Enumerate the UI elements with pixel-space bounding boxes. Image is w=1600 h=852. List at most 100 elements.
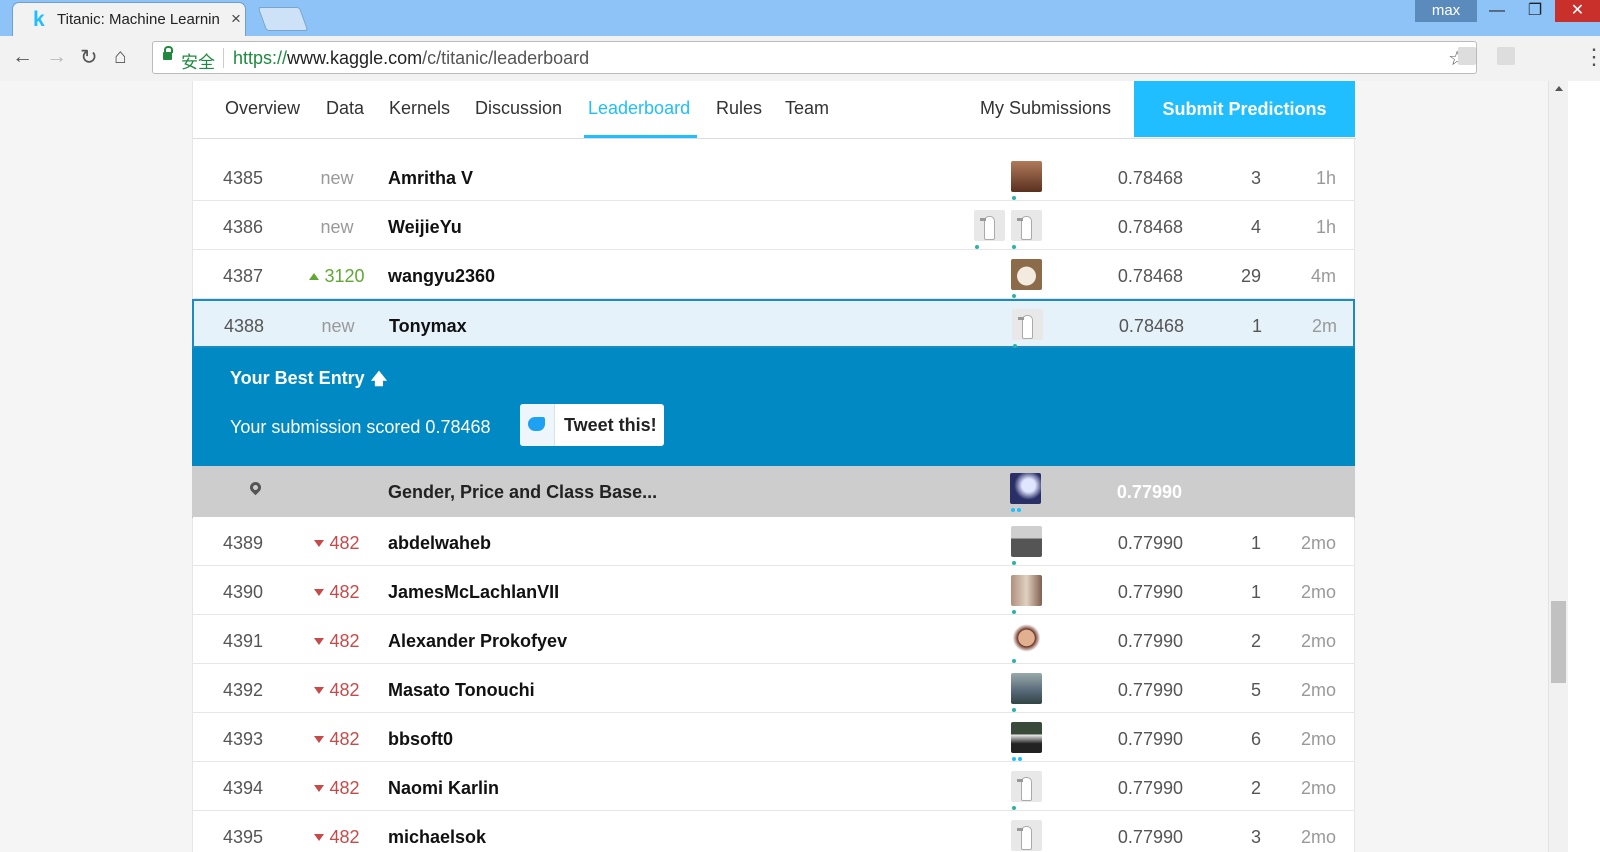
team-name-link[interactable]: abdelwaheb bbox=[388, 533, 491, 554]
active-tab-indicator bbox=[584, 135, 697, 138]
team-name-link[interactable]: JamesMcLachlanVII bbox=[388, 582, 559, 603]
table-row[interactable]: 4394 482 Naomi Karlin 0.77990 2 2mo bbox=[193, 762, 1354, 811]
row-entries: 1 bbox=[1250, 533, 1261, 553]
tab-team[interactable]: Team bbox=[785, 98, 829, 119]
tab-kernels[interactable]: Kernels bbox=[389, 98, 450, 119]
row-last: 2mo bbox=[1300, 729, 1336, 749]
team-name-link[interactable]: Alexander Prokofyev bbox=[388, 631, 567, 652]
tab-title: Titanic: Machine Learnin bbox=[57, 11, 220, 28]
avatar[interactable] bbox=[1011, 526, 1042, 566]
scrollbar-thumb[interactable] bbox=[1551, 601, 1566, 683]
extension-icon[interactable] bbox=[1458, 47, 1476, 65]
browser-menu-icon[interactable]: ⋮ bbox=[1583, 44, 1600, 70]
reload-icon[interactable]: ↻ bbox=[80, 45, 98, 70]
row-score: 0.77990 bbox=[1117, 582, 1183, 602]
row-change: new bbox=[320, 168, 354, 188]
row-rank: 4386 bbox=[223, 217, 264, 237]
pdf-extension-icon[interactable] bbox=[1497, 47, 1515, 65]
table-row[interactable]: 4387 3120 wangyu2360 0.78468 29 4m bbox=[193, 250, 1354, 299]
url-scheme: https:// bbox=[233, 48, 288, 68]
forward-icon[interactable]: → bbox=[46, 45, 67, 69]
tier-dot bbox=[1011, 508, 1015, 512]
browser-tab[interactable]: k Titanic: Machine Learnin × bbox=[12, 2, 246, 36]
row-last: 2mo bbox=[1300, 778, 1336, 798]
avatar[interactable] bbox=[1011, 722, 1042, 762]
avatar[interactable] bbox=[1011, 771, 1042, 811]
table-row[interactable]: 4390 482 JamesMcLachlanVII 0.77990 1 2mo bbox=[193, 566, 1354, 615]
url-text[interactable]: https://www.kaggle.com/c/titanic/leaderb… bbox=[233, 48, 589, 69]
avatar-image bbox=[1011, 624, 1042, 655]
vertical-scrollbar[interactable] bbox=[1548, 81, 1569, 852]
benchmark-row[interactable]: Gender, Price and Class Base... 0.77990 bbox=[192, 466, 1355, 518]
avatar[interactable] bbox=[1011, 624, 1042, 664]
row-change-value: 482 bbox=[329, 729, 360, 749]
row-score: 0.78468 bbox=[1117, 168, 1183, 188]
competition-container: Overview Data Kernels Discussion Leaderb… bbox=[192, 81, 1356, 852]
avatar[interactable] bbox=[974, 210, 1005, 250]
rank-down-icon bbox=[314, 736, 325, 743]
tab-rules[interactable]: Rules bbox=[716, 98, 762, 119]
home-icon[interactable]: ⌂ bbox=[114, 45, 127, 69]
table-row[interactable]: 4385 new Amritha V 0.78468 3 1h bbox=[193, 152, 1354, 201]
browser-toolbar: ← → ↻ ⌂ 安全 https://www.kaggle.com/c/tita… bbox=[0, 36, 1600, 82]
row-last: 2m bbox=[1311, 316, 1337, 336]
row-rank: 4393 bbox=[223, 729, 264, 749]
arrow-up-icon: 🡅 bbox=[370, 371, 388, 388]
row-rank: 4392 bbox=[223, 680, 264, 700]
tab-close-icon[interactable]: × bbox=[231, 9, 241, 29]
table-row[interactable]: 4395 482 michaelsok 0.77990 3 2mo bbox=[193, 811, 1354, 852]
row-rank: 4385 bbox=[223, 168, 264, 188]
table-row[interactable]: 4386 new WeijieYu 0.78468 4 1h bbox=[193, 201, 1354, 250]
team-name-link[interactable]: Naomi Karlin bbox=[388, 778, 499, 799]
rank-up-icon bbox=[309, 273, 320, 280]
back-icon[interactable]: ← bbox=[12, 45, 33, 69]
profile-badge[interactable]: max bbox=[1415, 0, 1477, 22]
my-submissions-link[interactable]: My Submissions bbox=[980, 98, 1111, 119]
team-name-link[interactable]: wangyu2360 bbox=[388, 266, 495, 287]
avatar[interactable] bbox=[1010, 473, 1041, 513]
tier-dot bbox=[1017, 508, 1021, 512]
tab-discussion[interactable]: Discussion bbox=[475, 98, 562, 119]
row-score: 0.78468 bbox=[1118, 316, 1184, 336]
table-row[interactable]: 4389 482 abdelwaheb 0.77990 1 2mo bbox=[193, 517, 1354, 566]
tab-overview[interactable]: Overview bbox=[225, 98, 300, 119]
tab-leaderboard[interactable]: Leaderboard bbox=[588, 98, 690, 119]
team-name-link[interactable]: Amritha V bbox=[388, 168, 473, 189]
competition-nav: Overview Data Kernels Discussion Leaderb… bbox=[193, 81, 1356, 139]
submit-predictions-button[interactable]: Submit Predictions bbox=[1134, 81, 1355, 137]
secure-label: 安全 bbox=[181, 53, 215, 72]
benchmark-name[interactable]: Gender, Price and Class Base... bbox=[388, 482, 657, 503]
team-name-link[interactable]: Masato Tonouchi bbox=[388, 680, 535, 701]
row-change: 482 bbox=[307, 729, 367, 750]
maximize-icon[interactable]: ❐ bbox=[1516, 0, 1554, 22]
row-entries: 2 bbox=[1250, 631, 1261, 651]
new-tab-button[interactable] bbox=[257, 7, 309, 31]
table-row[interactable]: 4392 482 Masato Tonouchi 0.77990 5 2mo bbox=[193, 664, 1354, 713]
address-bar[interactable]: 安全 https://www.kaggle.com/c/titanic/lead… bbox=[152, 41, 1477, 74]
table-row[interactable]: 4393 482 bbsoft0 0.77990 6 2mo bbox=[193, 713, 1354, 762]
row-change: 482 bbox=[307, 827, 367, 848]
row-last: 2mo bbox=[1300, 533, 1336, 553]
avatar[interactable] bbox=[1012, 309, 1043, 349]
avatar[interactable] bbox=[1011, 210, 1042, 250]
team-name-link[interactable]: Tonymax bbox=[389, 316, 467, 337]
url-path: /c/titanic/leaderboard bbox=[422, 48, 590, 68]
row-score: 0.77990 bbox=[1117, 680, 1183, 700]
tweet-button[interactable]: Tweet this! bbox=[520, 404, 664, 446]
row-entries: 6 bbox=[1250, 729, 1261, 749]
team-name-link[interactable]: WeijieYu bbox=[388, 217, 462, 238]
avatar[interactable] bbox=[1011, 259, 1042, 299]
tab-data[interactable]: Data bbox=[326, 98, 364, 119]
url-divider bbox=[223, 48, 224, 68]
avatar[interactable] bbox=[1011, 673, 1042, 713]
avatar[interactable] bbox=[1011, 820, 1042, 852]
table-row[interactable]: 4391 482 Alexander Prokofyev 0.77990 2 2… bbox=[193, 615, 1354, 664]
team-name-link[interactable]: michaelsok bbox=[388, 827, 486, 848]
avatar[interactable] bbox=[1011, 575, 1042, 615]
team-name-link[interactable]: bbsoft0 bbox=[388, 729, 453, 750]
minimize-icon[interactable]: — bbox=[1478, 0, 1516, 22]
scroll-up-icon[interactable] bbox=[1555, 86, 1563, 91]
close-window-icon[interactable]: ✕ bbox=[1555, 0, 1600, 22]
my-entry-row[interactable]: 4388 new Tonymax 0.78468 1 2m bbox=[192, 299, 1355, 348]
avatar[interactable] bbox=[1011, 161, 1042, 201]
